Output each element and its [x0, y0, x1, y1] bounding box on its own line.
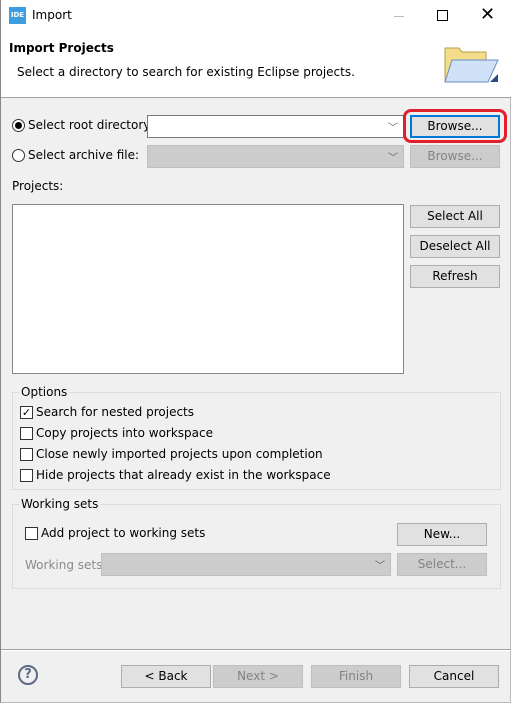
close-imported-checkbox[interactable] — [20, 448, 33, 461]
folder-icon — [444, 42, 500, 84]
next-button: Next > — [213, 665, 303, 688]
select-root-label[interactable]: Select root directory: — [28, 118, 154, 132]
hide-existing-checkbox[interactable] — [20, 469, 33, 482]
options-label: Options — [19, 385, 70, 399]
browse-archive-button: Browse... — [410, 145, 500, 168]
chevron-down-icon: ﹀ — [388, 123, 398, 134]
close-icon[interactable]: ✕ — [480, 4, 495, 25]
chevron-down-icon: ﹀ — [388, 153, 398, 164]
nested-projects-checkbox[interactable]: ✓ — [20, 406, 33, 419]
select-root-radio[interactable] — [12, 119, 25, 132]
help-icon[interactable]: ? — [18, 665, 38, 685]
working-sets-label: Working sets — [19, 497, 101, 511]
select-archive-label[interactable]: Select archive file: — [28, 148, 139, 162]
working-sets-group — [12, 504, 501, 589]
close-imported-label[interactable]: Close newly imported projects upon compl… — [36, 447, 323, 461]
select-all-button[interactable]: Select All — [410, 205, 500, 228]
add-working-sets-label[interactable]: Add project to working sets — [41, 526, 205, 540]
wizard-header: Import Projects Select a directory to se… — [1, 32, 511, 98]
minimize-icon[interactable] — [394, 16, 404, 17]
select-archive-radio[interactable] — [12, 149, 25, 162]
copy-projects-checkbox[interactable] — [20, 427, 33, 440]
working-sets-combo-label: Working sets: — [25, 558, 107, 572]
root-directory-combo[interactable]: ﹀ — [147, 115, 404, 138]
maximize-icon[interactable] — [437, 10, 448, 21]
footer-separator — [1, 649, 511, 651]
add-working-sets-checkbox[interactable] — [25, 527, 38, 540]
archive-file-combo: ﹀ — [147, 145, 404, 168]
back-button[interactable]: < Back — [121, 665, 211, 688]
working-sets-combo: ﹀ — [101, 553, 391, 576]
hide-existing-label[interactable]: Hide projects that already exist in the … — [36, 468, 331, 482]
app-icon: IDE — [9, 7, 26, 24]
cancel-button[interactable]: Cancel — [409, 665, 499, 688]
finish-button: Finish — [311, 665, 401, 688]
copy-projects-label[interactable]: Copy projects into workspace — [36, 426, 213, 440]
browse-root-button[interactable]: Browse... — [410, 115, 500, 138]
title-bar: IDE Import ✕ — [1, 0, 511, 32]
deselect-all-button[interactable]: Deselect All — [410, 235, 500, 258]
page-title: Import Projects — [9, 41, 114, 55]
select-working-sets-button: Select... — [397, 553, 487, 576]
refresh-button[interactable]: Refresh — [410, 265, 500, 288]
new-working-set-button[interactable]: New... — [397, 523, 487, 546]
projects-list[interactable] — [12, 204, 404, 374]
nested-projects-label[interactable]: Search for nested projects — [36, 405, 194, 419]
page-description: Select a directory to search for existin… — [17, 65, 355, 79]
chevron-down-icon: ﹀ — [375, 561, 385, 572]
projects-label: Projects: — [12, 179, 64, 193]
window-title: Import — [32, 8, 72, 22]
